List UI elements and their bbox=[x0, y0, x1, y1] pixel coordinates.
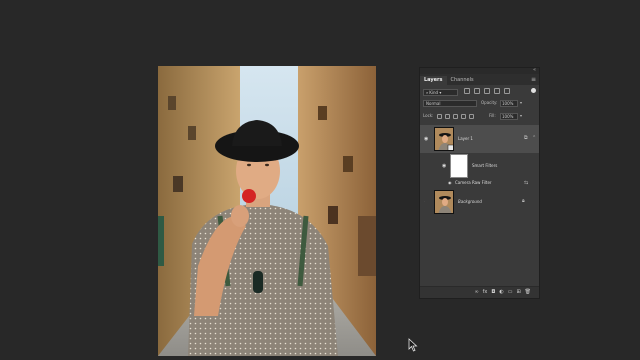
layer-thumbnail bbox=[434, 127, 454, 151]
lock-pixels-icon[interactable] bbox=[445, 114, 450, 119]
lock-icons bbox=[437, 114, 474, 119]
fill-value: 100% bbox=[502, 114, 514, 119]
filter-icons bbox=[464, 88, 510, 94]
camera-raw-filter-row[interactable]: ◉ Camera Raw Filter ⇆ bbox=[420, 179, 539, 188]
fill-field[interactable]: 100% bbox=[500, 113, 518, 120]
adjustment-icon[interactable]: ◐ bbox=[499, 289, 503, 295]
panel-menu-icon[interactable]: ≡ bbox=[531, 76, 536, 83]
smart-filter-mask-thumbnail[interactable] bbox=[450, 154, 468, 178]
filter-name[interactable]: Camera Raw Filter bbox=[455, 180, 492, 186]
smart-object-filter-icon[interactable] bbox=[504, 88, 510, 94]
tab-layers[interactable]: Layers bbox=[420, 76, 447, 85]
photo-illustration bbox=[158, 66, 376, 356]
layer-thumbnail bbox=[434, 190, 454, 214]
filter-options-icon[interactable]: ⇆ bbox=[524, 180, 528, 186]
lock-artboard-icon[interactable] bbox=[461, 114, 466, 119]
lock-row: Lock: Fill: 100% ▾ bbox=[420, 112, 539, 122]
search-icon: ⌕ bbox=[426, 90, 429, 95]
type-filter-icon[interactable] bbox=[484, 88, 490, 94]
blend-mode-value: Normal bbox=[426, 101, 441, 106]
lock-label: Lock: bbox=[423, 113, 434, 118]
eye-hidden-icon[interactable]: · bbox=[424, 199, 426, 205]
mask-icon[interactable]: ◘ bbox=[491, 289, 495, 295]
collapse-icon[interactable]: « bbox=[533, 66, 536, 74]
fill-label: Fill: bbox=[489, 113, 496, 118]
trash-icon[interactable]: 🗑︎ bbox=[525, 289, 531, 295]
layer-name[interactable]: Layer 1 bbox=[458, 136, 473, 142]
thumbnail-image bbox=[435, 191, 453, 213]
opacity-value: 100% bbox=[502, 101, 514, 106]
lock-transparency-icon[interactable] bbox=[437, 114, 442, 119]
filter-row: ⌕Kind ▾ bbox=[420, 87, 539, 98]
lock-position-icon[interactable] bbox=[453, 114, 458, 119]
lock-all-icon[interactable] bbox=[469, 114, 474, 119]
smart-filters-row[interactable]: ◉ Smart Filters bbox=[420, 154, 539, 178]
mouse-cursor-icon bbox=[408, 338, 418, 352]
panel-tab-bar: Layers Channels ≡ bbox=[420, 74, 539, 85]
shape-filter-icon[interactable] bbox=[494, 88, 500, 94]
link-icon[interactable]: ∞ bbox=[474, 289, 478, 295]
pixel-filter-icon[interactable] bbox=[464, 88, 470, 94]
opacity-field[interactable]: 100% bbox=[500, 100, 518, 107]
layers-panel-toolbar: ∞ fx ◘ ◐ ▭ ⊞ 🗑︎ bbox=[420, 286, 539, 298]
smart-filters-label: Smart Filters bbox=[472, 163, 498, 168]
opacity-dropdown-icon[interactable]: ▾ bbox=[520, 100, 522, 106]
fill-dropdown-icon[interactable]: ▾ bbox=[520, 113, 522, 119]
chevron-up-icon[interactable]: ⌃ bbox=[532, 135, 536, 141]
filter-kind-label: Kind bbox=[429, 90, 439, 95]
layers-panel: « Layers Channels ≡ ⌕Kind ▾ Normal Opaci… bbox=[419, 67, 540, 299]
canvas-image[interactable] bbox=[158, 66, 376, 356]
tab-channels[interactable]: Channels bbox=[447, 76, 478, 85]
filter-toggle[interactable] bbox=[531, 88, 536, 93]
eye-icon[interactable]: ◉ bbox=[424, 136, 428, 142]
lock-icon: 🔒︎ bbox=[522, 198, 525, 204]
layer-row-background[interactable]: · Background 🔒︎ bbox=[420, 189, 539, 215]
layer-name[interactable]: Background bbox=[458, 199, 482, 205]
opacity-label: Opacity: bbox=[481, 100, 498, 105]
adjustment-filter-icon[interactable] bbox=[474, 88, 480, 94]
toolbar-icons: ∞ fx ◘ ◐ ▭ ⊞ 🗑︎ bbox=[474, 289, 531, 295]
eye-icon[interactable]: ◉ bbox=[442, 163, 446, 169]
layer-row-layer-1[interactable]: ◉ Layer 1 ⧉ ⌃ bbox=[420, 125, 539, 153]
eye-icon[interactable]: ◉ bbox=[448, 180, 452, 186]
thumbnail-image bbox=[435, 128, 453, 150]
filter-kind-select[interactable]: ⌕Kind ▾ bbox=[423, 89, 458, 96]
blend-row: Normal Opacity: 100% ▾ bbox=[420, 99, 539, 109]
fx-icon[interactable]: fx bbox=[483, 289, 488, 295]
smart-object-icon: ⧉ bbox=[524, 135, 528, 141]
blend-mode-select[interactable]: Normal bbox=[423, 100, 477, 107]
new-layer-icon[interactable]: ⊞ bbox=[516, 289, 520, 295]
folder-icon[interactable]: ▭ bbox=[508, 289, 513, 295]
